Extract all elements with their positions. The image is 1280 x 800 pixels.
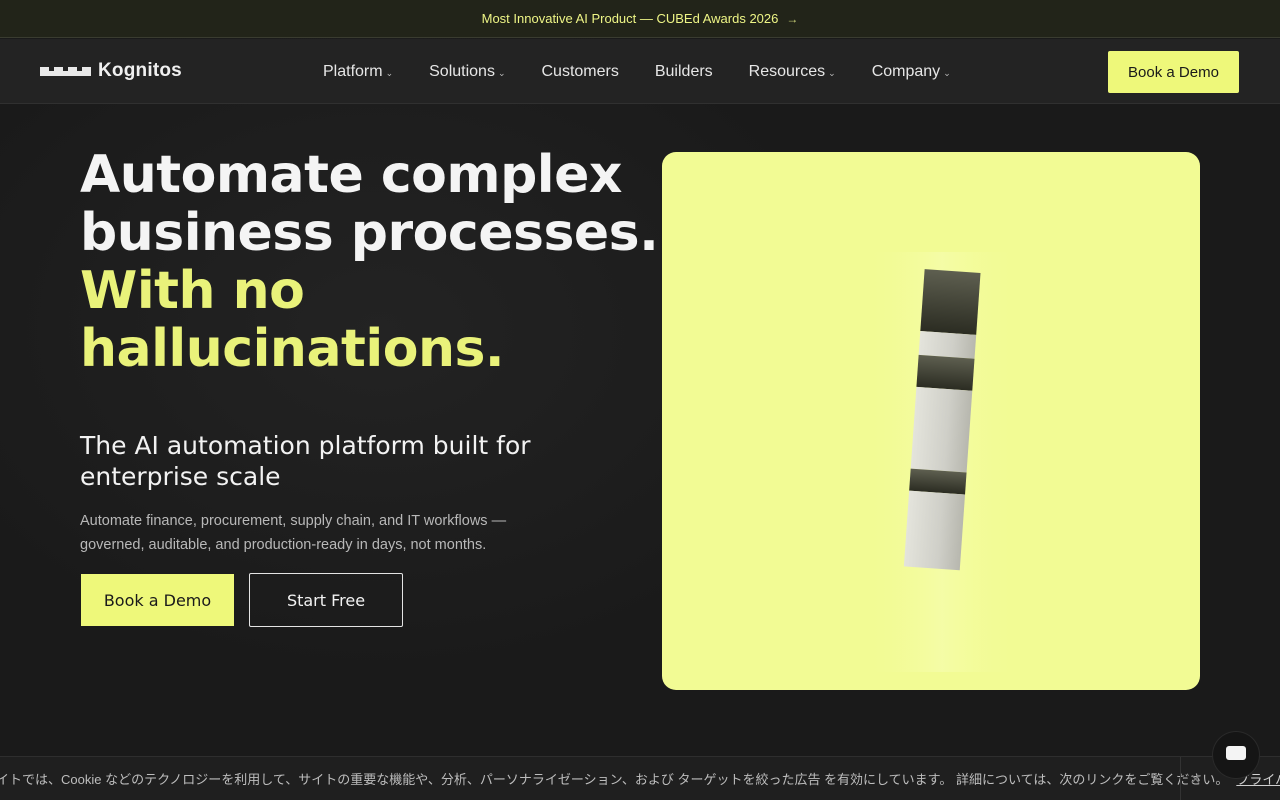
- chat-icon: [1226, 746, 1246, 760]
- logo[interactable]: Kognitos: [40, 60, 182, 82]
- nav-item-platform[interactable]: Platform ⌄: [323, 63, 393, 81]
- stacked-blocks-illustration: [862, 252, 1022, 672]
- nav-item-solutions[interactable]: Solutions ⌄: [429, 63, 505, 81]
- main-nav: Kognitos Platform ⌄ Solutions ⌄ Customer…: [0, 39, 1280, 104]
- chevron-down-icon: ⌄: [828, 67, 836, 78]
- nav-item-resources[interactable]: Resources ⌄: [749, 63, 836, 81]
- chevron-down-icon: ⌄: [943, 67, 951, 78]
- page: Most Innovative AI Product — CUBEd Award…: [0, 0, 1280, 800]
- nav-item-customers[interactable]: Customers: [542, 63, 619, 81]
- nav-item-label: Customers: [541, 62, 619, 80]
- nav-item-label: Company: [871, 62, 941, 80]
- hero-headline: Automate complex business processes. Wit…: [80, 146, 660, 378]
- arrow-right-icon: →: [786, 11, 799, 26]
- block-light: [910, 386, 973, 473]
- block-light: [918, 330, 977, 359]
- start-free-button[interactable]: Start Free: [249, 573, 403, 627]
- nav-item-builders[interactable]: Builders: [655, 63, 713, 81]
- nav-item-label: Solutions: [429, 62, 495, 80]
- chevron-down-icon: ⌄: [385, 67, 394, 78]
- headline-accent-line: hallucinations.: [80, 319, 505, 379]
- logo-mark-icon: [40, 66, 91, 76]
- close-icon[interactable]: ✕: [1180, 757, 1210, 800]
- nav-item-label: Builders: [654, 62, 713, 80]
- hero-subhead: The AI automation platform built for ent…: [80, 431, 531, 491]
- announcement-link[interactable]: Most Innovative AI Product — CUBEd Award…: [482, 11, 799, 26]
- cookie-banner: イトでは、Cookie などのテクノロジーを利用して、サイトの重要な機能や、分析…: [0, 756, 1280, 800]
- nav-book-demo-button[interactable]: Book a Demo: [1108, 51, 1239, 93]
- headline-line: Automate complex: [80, 145, 622, 205]
- chat-widget-button[interactable]: [1213, 732, 1259, 778]
- block-dark: [916, 354, 975, 391]
- block-light: [903, 490, 966, 571]
- hero-description: Automate finance, procurement, supply ch…: [80, 513, 507, 553]
- nav-item-label: Platform: [323, 62, 383, 80]
- headline-line: business processes.: [80, 203, 659, 263]
- logo-text: Kognitos: [98, 60, 182, 81]
- cookie-text: イトでは、Cookie などのテクノロジーを利用して、サイトの重要な機能や、分析…: [0, 772, 1229, 787]
- book-demo-button[interactable]: Book a Demo: [81, 574, 234, 626]
- announcement-bar: Most Innovative AI Product — CUBEd Award…: [0, 0, 1280, 38]
- block-dark: [909, 468, 967, 495]
- announcement-text: Most Innovative AI Product — CUBEd Award…: [481, 11, 779, 26]
- block-dark: [920, 269, 981, 335]
- chevron-down-icon: ⌄: [497, 67, 506, 78]
- hero-visual-card: [662, 152, 1200, 690]
- nav-item-label: Resources: [748, 62, 826, 80]
- nav-item-company[interactable]: Company ⌄: [872, 63, 951, 81]
- nav-menu: Platform ⌄ Solutions ⌄ Customers Builder…: [323, 39, 987, 104]
- headline-accent-line: With no: [80, 261, 305, 321]
